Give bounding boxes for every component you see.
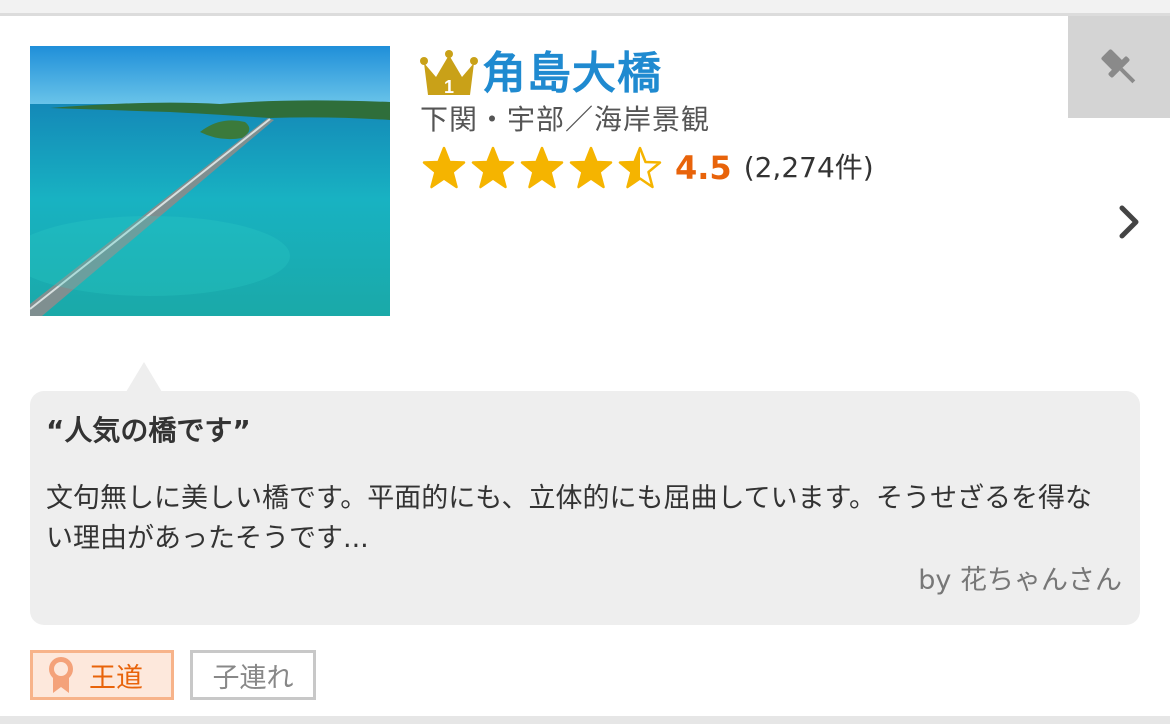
review-count: (2,274件) [743,151,874,184]
pin-button[interactable] [1068,16,1170,118]
star-icon [618,146,662,189]
rating-row: 4.5 (2,274件) [420,144,874,192]
title-row: 1 角島大橋 [420,46,662,102]
crown-icon: 1 [420,50,478,97]
review-author: by 花ちゃんさん [918,565,1122,596]
star-icon [569,146,613,189]
pushpin-icon [1101,49,1136,84]
review-title: “人気の橋です” [46,414,251,447]
star-rating [420,145,665,191]
rating-score: 4.5 [675,149,732,187]
tag-with-kids[interactable]: 子連れ [190,650,316,700]
award-ribbon-icon [49,657,73,693]
spot-title[interactable]: 角島大橋 [482,46,662,102]
review-bubble[interactable]: “人気の橋です” 文句無しに美しい橋です。平面的にも、立体的にも屈曲しています。… [30,391,1140,625]
spot-category: 下関・宇部／海岸景観 [420,103,711,136]
spot-thumbnail[interactable] [30,46,390,316]
tag-label: 子連れ [212,662,294,694]
star-icon [520,146,564,189]
rank-number: 1 [444,77,454,97]
review-body: 文句無しに美しい橋です。平面的にも、立体的にも屈曲しています。そうせざるを得ない… [46,483,1092,554]
chevron-right-icon[interactable] [1114,202,1144,242]
tag-classic[interactable]: 王道 [30,650,174,700]
speech-bubble-tip [126,362,162,392]
tag-label: 王道 [89,662,143,694]
top-background [0,0,1170,13]
bottom-divider [0,716,1170,724]
spot-card[interactable]: 1 角島大橋 下関・宇部／海岸景観 4.5 (2,274件) “人気の橋です” … [0,16,1170,716]
tag-list: 王道 子連れ [30,650,332,700]
star-icon [471,146,515,189]
star-icon [422,146,466,189]
